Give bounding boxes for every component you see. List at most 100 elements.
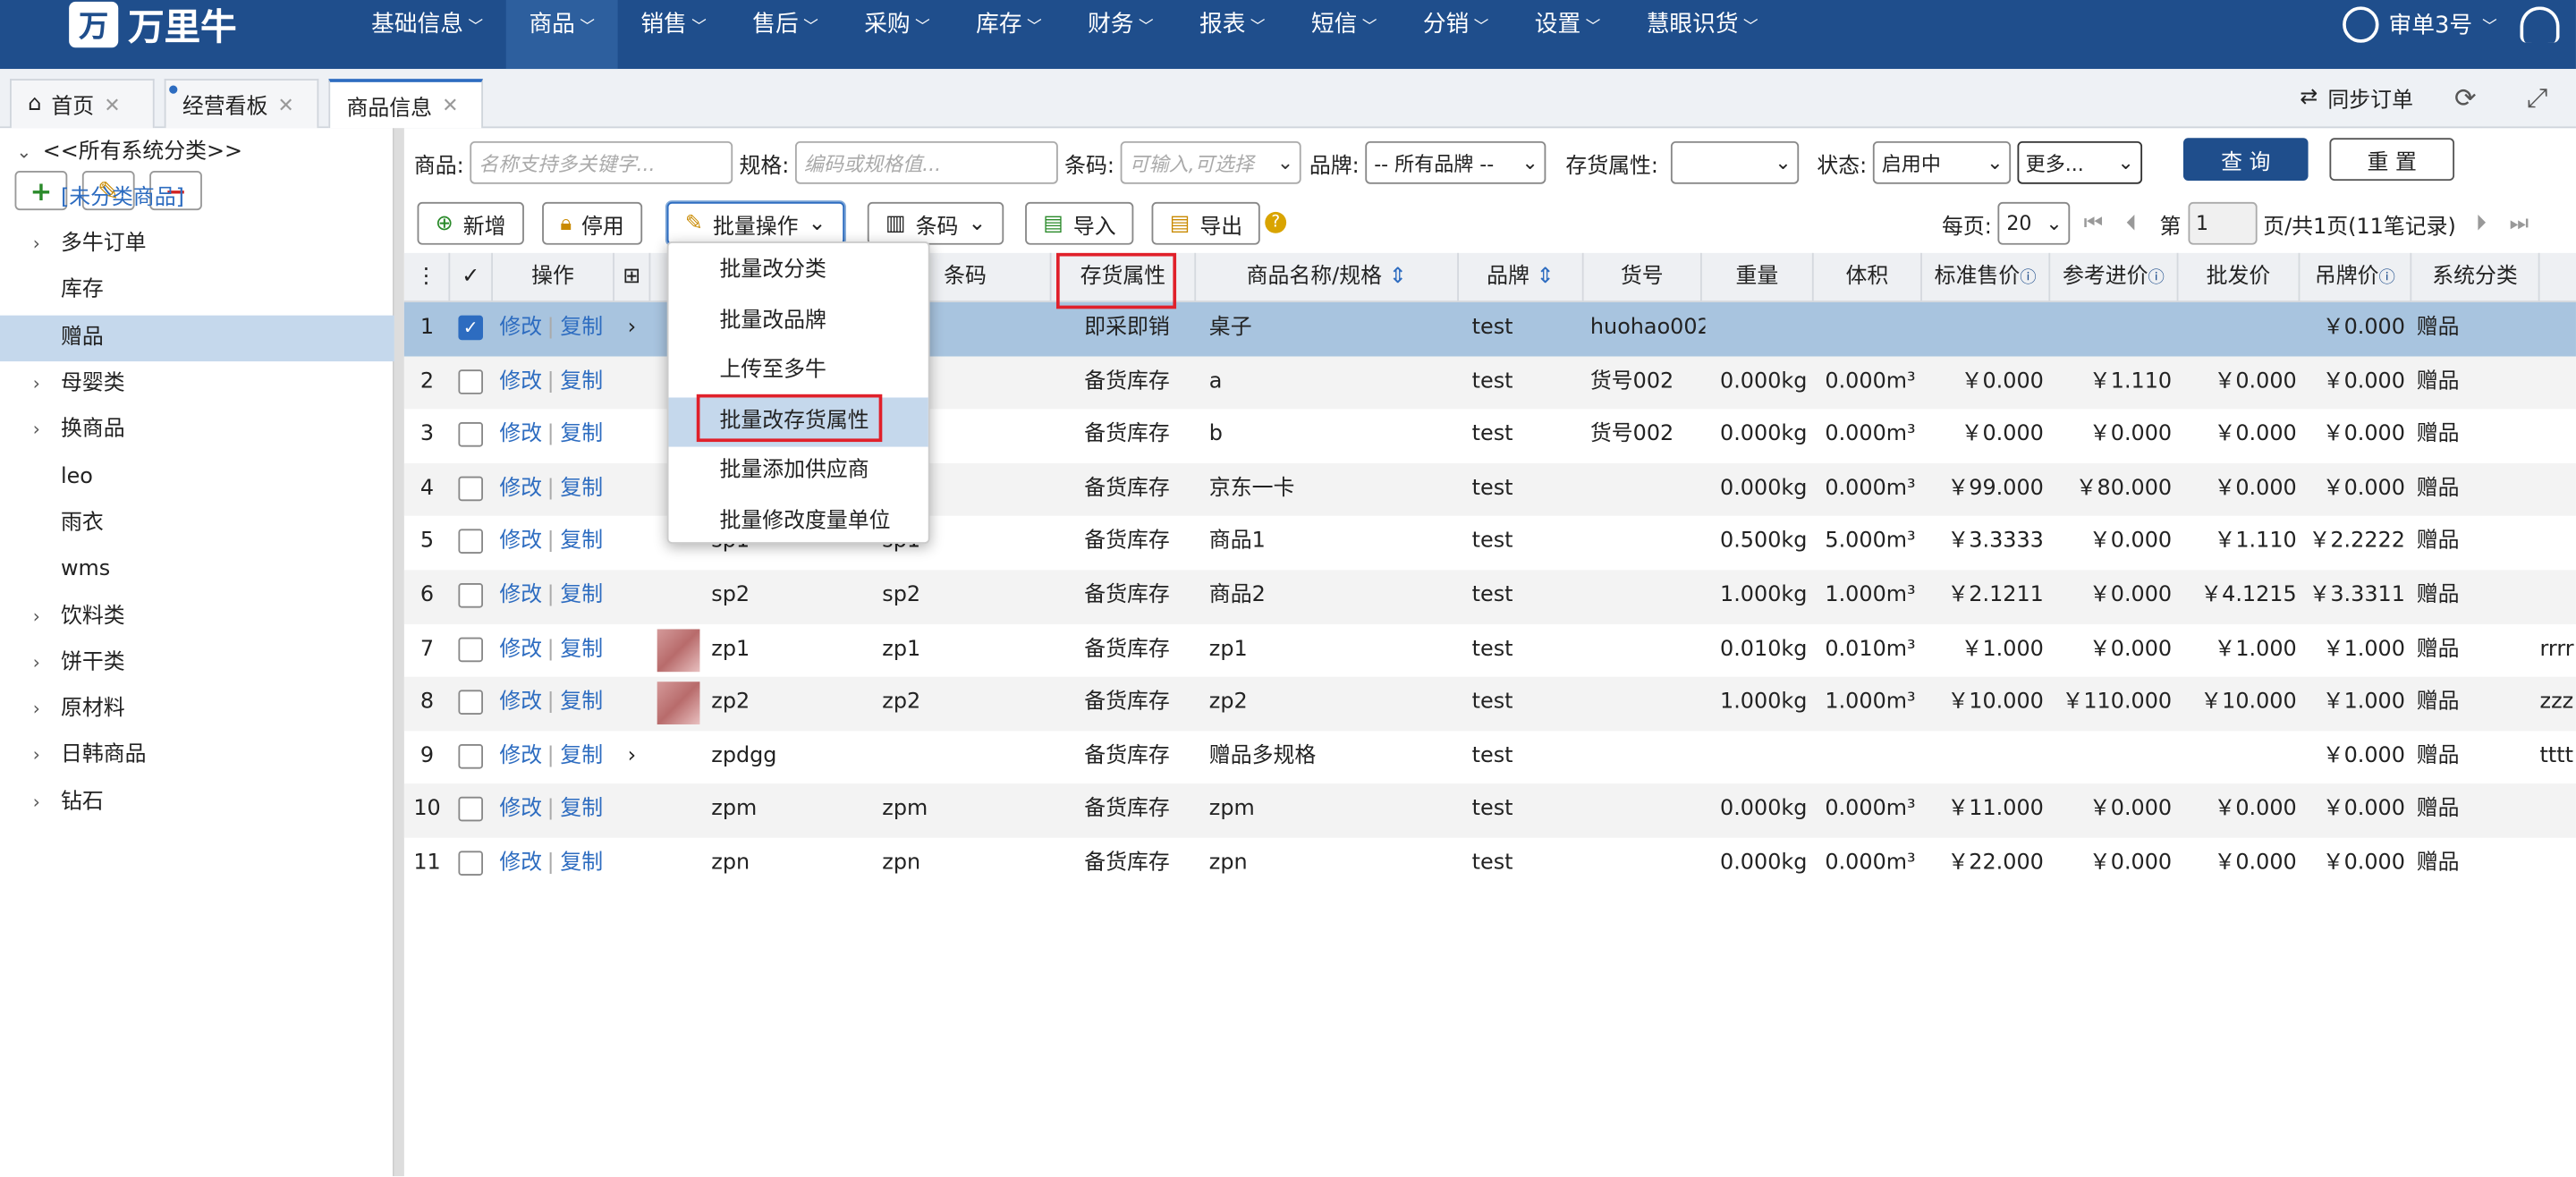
fullscreen-icon[interactable]: ⤢	[2527, 82, 2548, 115]
grid-view-icon[interactable]: ⊞	[614, 252, 651, 302]
sidebar-item-13[interactable]: › 日韩商品	[0, 732, 394, 778]
edit-link[interactable]: 修改	[499, 623, 542, 677]
batch-menu-item-2[interactable]: 上传至多牛	[669, 347, 928, 396]
nav-item-11[interactable]: 慧眼识货 ﹀	[1623, 0, 1781, 69]
sidebar-item-1[interactable]: [未分类商品]	[0, 176, 394, 222]
sort-icon[interactable]: ⇕	[1537, 265, 1555, 290]
sidebar-item-7[interactable]: leo	[0, 455, 394, 501]
last-page-icon[interactable]: ⏭	[2509, 211, 2528, 236]
row-checkbox[interactable]	[458, 422, 483, 447]
copy-link[interactable]: 复制	[560, 731, 603, 784]
edit-link[interactable]: 修改	[499, 302, 542, 356]
row-checkbox[interactable]	[458, 529, 483, 555]
tab-product-info[interactable]: 商品信息 ✕	[328, 79, 483, 129]
edit-link[interactable]: 修改	[499, 356, 542, 410]
nav-item-10[interactable]: 设置 ﹀	[1512, 0, 1623, 69]
sidebar-splitter[interactable]	[394, 128, 404, 1177]
nav-item-4[interactable]: 采购 ﹀	[842, 0, 953, 69]
header-weight[interactable]: 重量	[1702, 252, 1814, 302]
edit-link[interactable]: 修改	[499, 410, 542, 463]
batch-menu-item-1[interactable]: 批量改品牌	[669, 297, 928, 346]
tab-home[interactable]: ⌂ 首页 ✕	[10, 79, 155, 129]
nav-item-7[interactable]: 报表 ﹀	[1176, 0, 1288, 69]
sidebar-item-4[interactable]: 赠品	[0, 315, 394, 362]
table-row[interactable]: 8 修改 | 复制 zp2 zp2 备货库存 zp2 test 1.000kg 1.000m³ ￥10…	[403, 677, 2576, 731]
copy-link[interactable]: 复制	[560, 838, 603, 892]
chevron-right-icon[interactable]: ›	[33, 780, 40, 826]
close-icon[interactable]: ✕	[277, 93, 293, 116]
copy-link[interactable]: 复制	[560, 623, 603, 677]
row-checkbox[interactable]	[458, 743, 483, 769]
nav-item-2[interactable]: 销售 ﹀	[618, 0, 730, 69]
chevron-right-icon[interactable]: ›	[33, 595, 40, 640]
edit-link[interactable]: 修改	[499, 784, 542, 838]
header-tag-price[interactable]: 吊牌价ⓘ	[2300, 252, 2412, 302]
header-category[interactable]: 系统分类	[2411, 252, 2540, 302]
nav-item-9[interactable]: 分销 ﹀	[1400, 0, 1512, 69]
edit-link[interactable]: 修改	[499, 731, 542, 784]
table-row[interactable]: 6 修改 | 复制 sp2 sp2 备货库存 商品2 test 1.000kg 1.000m³ ￥2.…	[403, 570, 2576, 624]
nav-item-1[interactable]: 商品 ﹀	[505, 0, 618, 70]
batch-menu-item-5[interactable]: 批量修改度量单位	[669, 497, 928, 546]
edit-link[interactable]: 修改	[499, 838, 542, 892]
next-page-icon[interactable]: ⏵	[2476, 211, 2487, 236]
expand-row-icon[interactable]: ›	[628, 731, 637, 784]
close-icon[interactable]: ✕	[442, 94, 458, 117]
sidebar-item-12[interactable]: › 原材料	[0, 687, 394, 732]
edit-link[interactable]: 修改	[499, 677, 542, 731]
chevron-right-icon[interactable]: ›	[33, 222, 40, 267]
chevron-right-icon[interactable]: ›	[33, 408, 40, 453]
export-button[interactable]: ▤ 导出	[1151, 201, 1261, 245]
refresh-icon[interactable]: ⟳	[2454, 82, 2477, 114]
row-checkbox[interactable]	[458, 476, 483, 501]
edit-link[interactable]: 修改	[499, 570, 542, 623]
user-menu[interactable]: 审单3号 ﹀	[2343, 6, 2497, 43]
batch-menu-item-4[interactable]: 批量添加供应商	[669, 447, 928, 496]
page-input[interactable]: 1	[2187, 201, 2257, 245]
select-all-checkbox[interactable]: ✓	[450, 252, 494, 302]
edit-link[interactable]: 修改	[499, 463, 542, 517]
row-checkbox[interactable]	[458, 583, 483, 608]
headset-support-icon[interactable]	[2520, 6, 2560, 43]
sidebar-item-3[interactable]: 库存	[0, 267, 394, 313]
sidebar-item-5[interactable]: › 母婴类	[0, 361, 394, 407]
product-thumbnail[interactable]	[657, 628, 700, 672]
row-checkbox[interactable]	[458, 797, 483, 823]
brand-select[interactable]: -- 所有品牌 -- ⌄	[1366, 140, 1547, 184]
column-menu-icon[interactable]: ⋮	[404, 252, 451, 302]
more-select[interactable]: 更多... ⌄	[2017, 140, 2143, 184]
row-checkbox[interactable]	[458, 368, 483, 394]
header-sku[interactable]: 货号	[1584, 252, 1702, 302]
copy-link[interactable]: 复制	[560, 463, 603, 517]
add-product-button[interactable]: ⊕ 新增	[417, 201, 524, 245]
brand-logo[interactable]: 万 万里牛	[69, 0, 237, 49]
import-button[interactable]: ▤ 导入	[1025, 201, 1134, 245]
sidebar-item-11[interactable]: › 饼干类	[0, 640, 394, 686]
header-brand[interactable]: 品牌 ⇕	[1459, 252, 1584, 302]
nav-item-3[interactable]: 售后 ﹀	[730, 0, 842, 69]
header-wholesale[interactable]: 批发价	[2178, 252, 2301, 302]
tab-dashboard[interactable]: 经营看板 ✕	[164, 79, 319, 129]
header-ref-price[interactable]: 参考进价ⓘ	[2050, 252, 2179, 302]
header-volume[interactable]: 体积	[1814, 252, 1922, 302]
disable-button[interactable]: 🔒︎ 停用	[542, 201, 643, 245]
row-checkbox[interactable]	[458, 690, 483, 716]
product-search-input[interactable]: 名称支持多关键字...	[470, 140, 733, 184]
table-row[interactable]: 9 修改 | 复制 › zpdgg 备货库存 赠品多规格 test ￥0.000 赠品 tttt	[404, 731, 2576, 784]
chevron-right-icon[interactable]: ›	[33, 732, 40, 778]
copy-link[interactable]: 复制	[560, 302, 603, 356]
copy-link[interactable]: 复制	[560, 356, 603, 410]
row-checkbox[interactable]	[458, 636, 483, 662]
table-row[interactable]: 7 修改 | 复制 zp1 zp1 备货库存 zp1 test 0.010kg 0.010m³ ￥1.…	[404, 623, 2576, 677]
chevron-right-icon[interactable]: ›	[33, 687, 40, 732]
barcode-button[interactable]: ▥ 条码 ⌄	[867, 201, 1004, 245]
first-page-icon[interactable]: ⏮	[2084, 211, 2103, 236]
row-checkbox[interactable]: ✓	[458, 315, 483, 341]
status-select[interactable]: 启用中 ⌄	[1873, 140, 2012, 184]
nav-item-0[interactable]: 基础信息 ﹀	[348, 0, 505, 69]
table-row[interactable]: 11 修改 | 复制 zpn zpn 备货库存 zpn test 0.000kg 0.000m³ ￥2…	[404, 838, 2576, 892]
expand-row-icon[interactable]: ›	[628, 302, 637, 356]
nav-item-8[interactable]: 短信 ﹀	[1288, 0, 1400, 69]
edit-link[interactable]: 修改	[499, 516, 542, 570]
barcode-combo-input[interactable]: 可输入,可选择 ⌄	[1121, 140, 1302, 184]
